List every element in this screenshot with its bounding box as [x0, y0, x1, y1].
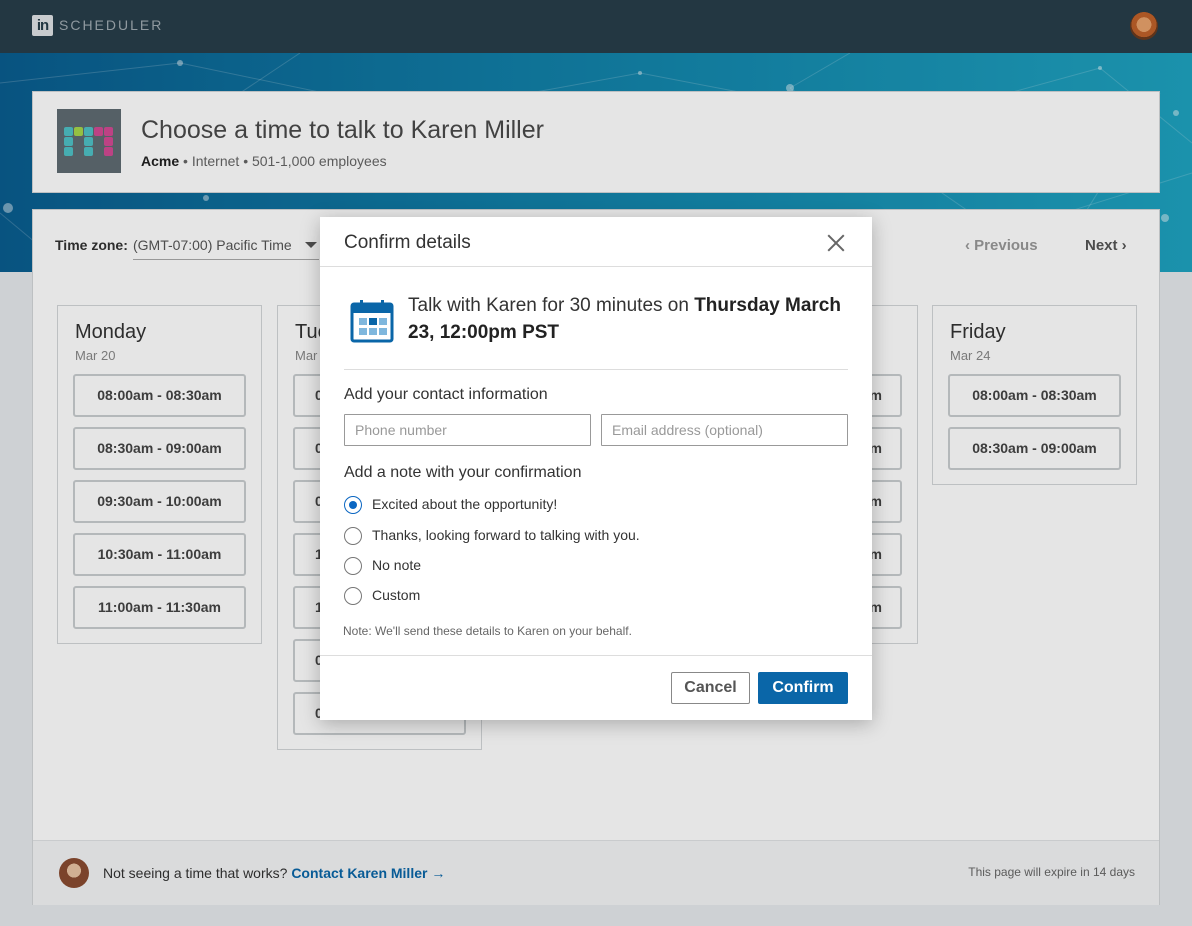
divider [344, 369, 848, 370]
modal-header: Confirm details [320, 217, 872, 267]
radio-icon[interactable] [344, 557, 362, 575]
cancel-button[interactable]: Cancel [671, 672, 750, 704]
divider [320, 655, 872, 656]
close-icon[interactable] [824, 231, 848, 255]
modal-title: Confirm details [344, 232, 471, 253]
radio-label: Excited about the opportunity! [372, 496, 558, 512]
behalf-note: Note: We'll send these details to Karen … [343, 624, 632, 638]
confirm-details-modal: Confirm details Talk with Karen for 30 m… [320, 217, 872, 720]
radio-icon[interactable] [344, 587, 362, 605]
radio-label: No note [372, 557, 422, 573]
meeting-summary: Talk with Karen for 30 minutes on Thursd… [408, 292, 848, 346]
radio-selected-icon[interactable] [344, 496, 362, 514]
radio-label: Thanks, looking forward to talking with … [372, 527, 640, 543]
calendar-icon [350, 300, 394, 343]
note-heading: Add a note with your confirmation [344, 464, 582, 481]
summary-text: Talk with Karen for 30 minutes on [408, 295, 695, 316]
contact-info-heading: Add your contact information [344, 386, 548, 403]
radio-icon[interactable] [344, 527, 362, 545]
phone-number-input[interactable] [344, 414, 591, 446]
confirm-button[interactable]: Confirm [758, 672, 848, 704]
radio-label: Custom [372, 587, 421, 603]
email-address-input[interactable] [601, 414, 848, 446]
